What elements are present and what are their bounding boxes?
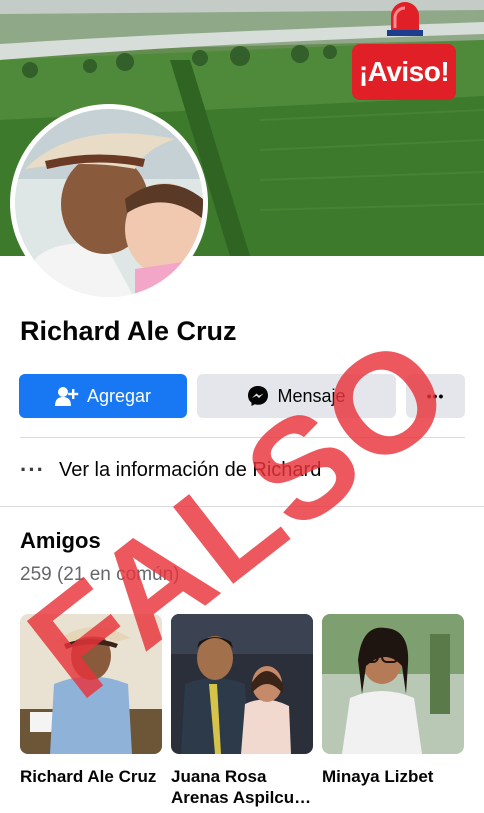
ellipsis-icon: ··· [20, 457, 45, 482]
friend-card[interactable]: Juana Rosa Arenas Aspilcu… [171, 614, 313, 808]
message-label: Mensaje [277, 385, 346, 406]
siren-icon [387, 2, 423, 36]
friends-title[interactable]: Amigos [20, 528, 101, 554]
friend-name[interactable]: Minaya Lizbet [322, 766, 464, 787]
profile-info-label: Ver la información de Richard [58, 458, 322, 481]
messenger-icon [248, 386, 269, 406]
friend-photo[interactable] [322, 614, 464, 754]
friend-photo[interactable] [171, 614, 313, 754]
profile-name: Richard Ale Cruz [20, 316, 237, 346]
friend-name[interactable]: Richard Ale Cruz [20, 766, 162, 787]
friends-count: 259 (21 en común) [20, 564, 180, 585]
divider [20, 437, 465, 438]
friend-card[interactable]: Richard Ale Cruz [20, 614, 162, 787]
friend-photo[interactable] [20, 614, 162, 754]
section-divider [0, 506, 484, 507]
profile-info-link[interactable]: ··· Ver la información de Richard [20, 450, 321, 490]
aviso-label: ¡Aviso! [352, 44, 456, 100]
more-options-icon: ••• [426, 388, 445, 404]
profile-avatar[interactable] [10, 104, 208, 302]
more-options-button[interactable]: ••• [406, 374, 465, 418]
friend-name[interactable]: Juana Rosa Arenas Aspilcu… [171, 766, 313, 808]
add-friend-label: Agregar [86, 385, 152, 406]
add-friend-button[interactable]: Agregar [19, 374, 187, 418]
aviso-badge-group: ¡Aviso! [352, 0, 456, 102]
friend-card[interactable]: Minaya Lizbet [322, 614, 464, 787]
message-button[interactable]: Mensaje [197, 374, 396, 418]
add-friend-icon [54, 387, 79, 406]
